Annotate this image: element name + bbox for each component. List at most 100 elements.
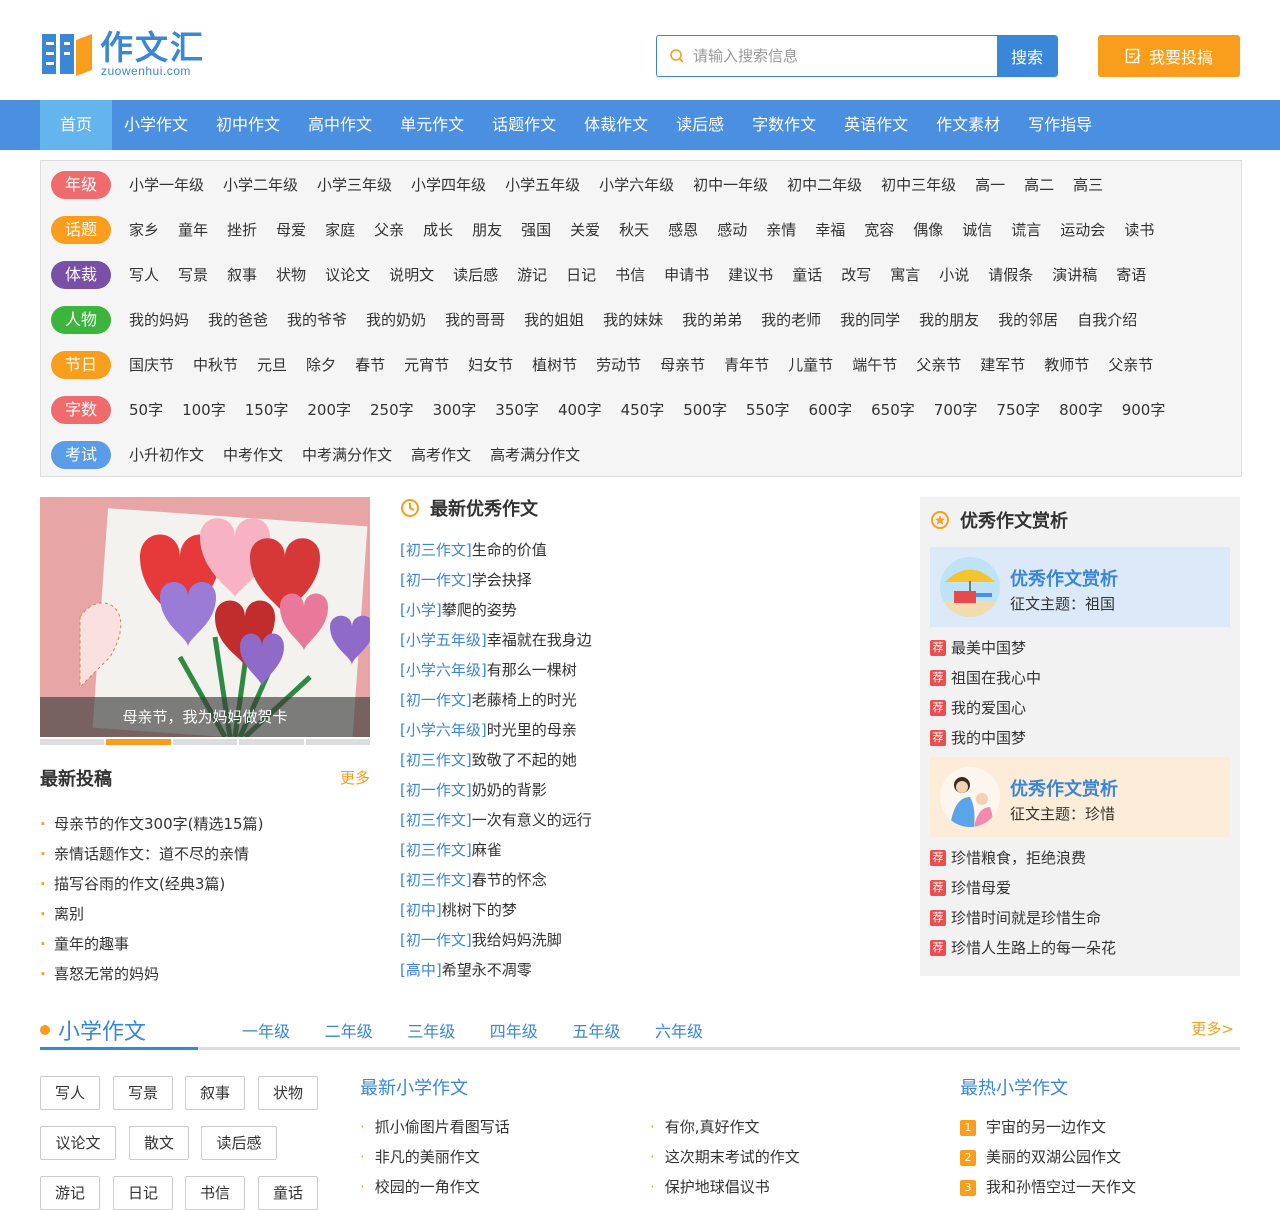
essay-category[interactable]: [初一作文] [400, 931, 472, 949]
essay-category[interactable]: [初一作文] [400, 781, 472, 799]
category-link[interactable]: 日记 [566, 264, 596, 285]
list-item[interactable]: [初一作文]学会抉择 [400, 565, 880, 595]
category-link[interactable]: 劳动节 [596, 354, 641, 375]
category-link[interactable]: 除夕 [306, 354, 336, 375]
category-link[interactable]: 母亲节 [660, 354, 705, 375]
list-item-title[interactable]: 美丽的双湖公园作文 [986, 1148, 1121, 1166]
category-link[interactable]: 感恩 [668, 219, 698, 240]
category-link[interactable]: 初中一年级 [693, 174, 768, 195]
category-link[interactable]: 我的邻居 [998, 309, 1058, 330]
recommend-title[interactable]: 珍惜粮食，拒绝浪费 [951, 843, 1086, 873]
list-item[interactable]: · 校园的一角作文 [360, 1172, 480, 1202]
list-item[interactable]: 荐最美中国梦 [930, 633, 1230, 663]
category-link[interactable]: 感动 [717, 219, 747, 240]
category-link[interactable]: 高三 [1073, 174, 1103, 195]
submit-essay-button[interactable]: 我要投搞 [1098, 35, 1240, 77]
list-item[interactable]: [高中]希望永不凋零 [400, 955, 880, 985]
list-item[interactable]: [小学]攀爬的姿势 [400, 595, 880, 625]
category-link[interactable]: 小学二年级 [223, 174, 298, 195]
list-item[interactable]: [小学六年级]有那么一棵树 [400, 655, 880, 685]
genre-tag[interactable]: 日记 [113, 1176, 173, 1210]
category-link[interactable]: 幸福 [815, 219, 845, 240]
essay-title[interactable]: 希望永不凋零 [442, 961, 532, 979]
category-link[interactable]: 元宵节 [404, 354, 449, 375]
nav-item[interactable]: 作文素材 [920, 100, 1016, 150]
genre-tag[interactable]: 书信 [185, 1176, 245, 1210]
category-link[interactable]: 童话 [792, 264, 822, 285]
essay-category[interactable]: [初三作文] [400, 871, 472, 889]
category-link[interactable]: 200字 [307, 399, 351, 420]
category-link[interactable]: 我的哥哥 [445, 309, 505, 330]
category-link[interactable]: 800字 [1059, 399, 1103, 420]
grade-tab[interactable]: 五年级 [572, 1018, 620, 1042]
list-item[interactable]: 3 我和孙悟空过一天作文 [960, 1172, 1136, 1202]
theme-card[interactable]: 优秀作文赏析 征文主题：珍惜 [930, 757, 1230, 837]
genre-tag[interactable]: 散文 [129, 1126, 189, 1160]
recommend-title[interactable]: 我的爱国心 [951, 693, 1026, 723]
category-link[interactable]: 高考作文 [411, 444, 471, 465]
category-link[interactable]: 秋天 [619, 219, 649, 240]
grade-tab[interactable]: 一年级 [242, 1018, 290, 1042]
category-link[interactable]: 偶像 [913, 219, 943, 240]
list-item[interactable]: 童年的趣事 [40, 929, 370, 959]
category-link[interactable]: 小学五年级 [505, 174, 580, 195]
nav-item[interactable]: 话题作文 [476, 100, 572, 150]
latest-primary-title[interactable]: 最新小学作文 [360, 1074, 468, 1100]
nav-item[interactable]: 读后感 [660, 100, 740, 150]
recommend-title[interactable]: 最美中国梦 [951, 633, 1026, 663]
list-item[interactable]: · 有你,真好作文 [650, 1112, 760, 1142]
category-link[interactable]: 900字 [1122, 399, 1166, 420]
hot-primary-title[interactable]: 最热小学作文 [960, 1074, 1068, 1100]
essay-title[interactable]: 致敬了不起的她 [472, 751, 577, 769]
category-link[interactable]: 状物 [276, 264, 306, 285]
category-link[interactable]: 我的爷爷 [287, 309, 347, 330]
category-link[interactable]: 初中二年级 [787, 174, 862, 195]
essay-category[interactable]: [初中] [400, 901, 442, 919]
nav-item[interactable]: 首页 [40, 100, 113, 150]
category-link[interactable]: 我的同学 [840, 309, 900, 330]
essay-category[interactable]: [小学] [400, 601, 442, 619]
essay-category[interactable]: [小学六年级] [400, 661, 487, 679]
list-item[interactable]: 荐珍惜粮食，拒绝浪费 [930, 843, 1230, 873]
essay-title[interactable]: 麻雀 [472, 841, 502, 859]
essay-title[interactable]: 学会抉择 [472, 571, 532, 589]
list-item[interactable]: 离别 [40, 899, 370, 929]
category-tag[interactable]: 考试 [51, 440, 111, 469]
category-link[interactable]: 父亲节 [1108, 354, 1153, 375]
genre-tag[interactable]: 写景 [113, 1076, 173, 1110]
essay-title[interactable]: 春节的怀念 [472, 871, 547, 889]
list-item-title[interactable]: 宇宙的另一边作文 [986, 1118, 1106, 1136]
list-item[interactable]: 描写谷雨的作文(经典3篇) [40, 869, 370, 899]
essay-category[interactable]: [初三作文] [400, 811, 472, 829]
category-tag[interactable]: 节日 [51, 350, 111, 379]
list-item[interactable]: · 保护地球倡议书 [650, 1172, 770, 1202]
list-item-title[interactable]: 有你,真好作文 [665, 1118, 760, 1136]
slide-caption[interactable]: 母亲节，我为妈妈做贺卡 [40, 697, 370, 737]
category-link[interactable]: 750字 [996, 399, 1040, 420]
list-item-title[interactable]: 保护地球倡议书 [665, 1178, 770, 1196]
category-link[interactable]: 叙事 [227, 264, 257, 285]
recommend-title[interactable]: 珍惜人生路上的每一朵花 [951, 933, 1116, 963]
category-link[interactable]: 写人 [129, 264, 159, 285]
list-item[interactable]: [小学五年级]幸福就在我身边 [400, 625, 880, 655]
list-item-title[interactable]: 这次期末考试的作文 [665, 1148, 800, 1166]
category-link[interactable]: 读书 [1124, 219, 1154, 240]
essay-category[interactable]: [初一作文] [400, 691, 472, 709]
category-link[interactable]: 小说 [939, 264, 969, 285]
list-item[interactable]: [初一作文]我给妈妈洗脚 [400, 925, 880, 955]
list-item[interactable]: [初三作文]麻雀 [400, 835, 880, 865]
category-link[interactable]: 演讲稿 [1052, 264, 1097, 285]
category-link[interactable]: 谎言 [1011, 219, 1041, 240]
slider-dot[interactable] [239, 739, 304, 745]
list-item[interactable]: 荐珍惜母爱 [930, 873, 1230, 903]
list-item-title[interactable]: 抓小偷图片看图写话 [375, 1118, 510, 1136]
list-item[interactable]: 荐祖国在我心中 [930, 663, 1230, 693]
search-input[interactable] [693, 36, 993, 76]
recommend-title[interactable]: 珍惜母爱 [951, 873, 1011, 903]
nav-item[interactable]: 字数作文 [736, 100, 832, 150]
category-link[interactable]: 中考作文 [223, 444, 283, 465]
category-link[interactable]: 童年 [178, 219, 208, 240]
category-link[interactable]: 教师节 [1044, 354, 1089, 375]
category-link[interactable]: 宽容 [864, 219, 894, 240]
category-link[interactable]: 我的爸爸 [208, 309, 268, 330]
